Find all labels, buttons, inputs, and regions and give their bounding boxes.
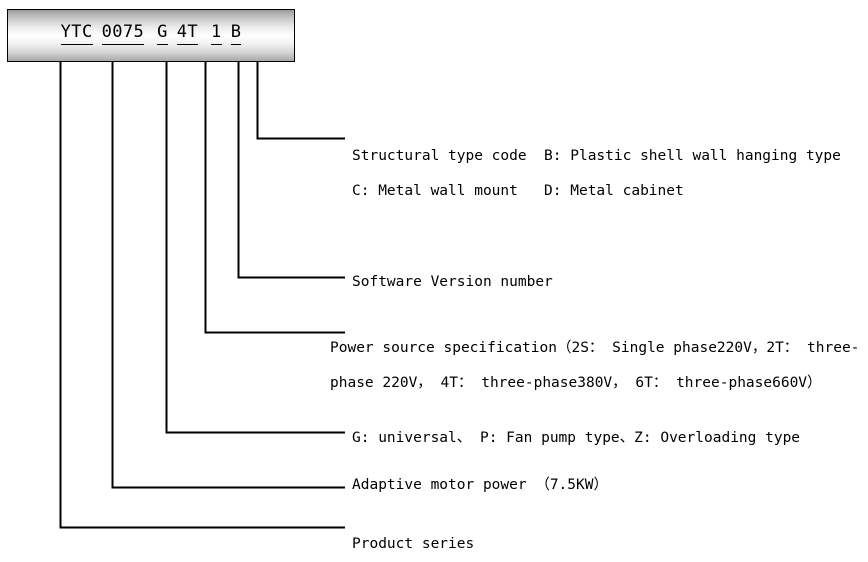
- leader-motor: [111, 62, 345, 489]
- description-load-type: G: universal、 P: Fan pump type、Z: Overlo…: [352, 430, 801, 446]
- description-power-source: Power source specification（2S： Single ph…: [330, 340, 860, 391]
- code-segment-voltage: 4T: [176, 22, 199, 45]
- code-segment-load-type: G: [157, 22, 168, 45]
- code-segment-power: 0075: [101, 22, 145, 45]
- leader-series: [59, 62, 345, 529]
- leader-structural: [256, 62, 345, 140]
- description-software-version: Software Version number: [352, 274, 553, 290]
- description-motor-power: Adaptive motor power （7.5KW）: [352, 477, 608, 493]
- code-segment-version: 1: [211, 22, 222, 45]
- leader-software: [237, 62, 345, 279]
- code-segment-series: YTC: [60, 22, 93, 45]
- leader-load: [165, 62, 345, 434]
- model-code-line: YTC 0075 G 4T 1 B: [60, 22, 242, 45]
- code-segment-structure: B: [230, 22, 242, 45]
- description-product-series: Product series: [352, 536, 475, 552]
- model-code-breakdown-diagram: YTC 0075 G 4T 1 B Structural type code B…: [0, 0, 868, 561]
- leader-power: [204, 62, 345, 334]
- model-code-box: YTC 0075 G 4T 1 B: [7, 9, 295, 62]
- description-structural-type: Structural type code B: Plastic shell wa…: [352, 148, 868, 199]
